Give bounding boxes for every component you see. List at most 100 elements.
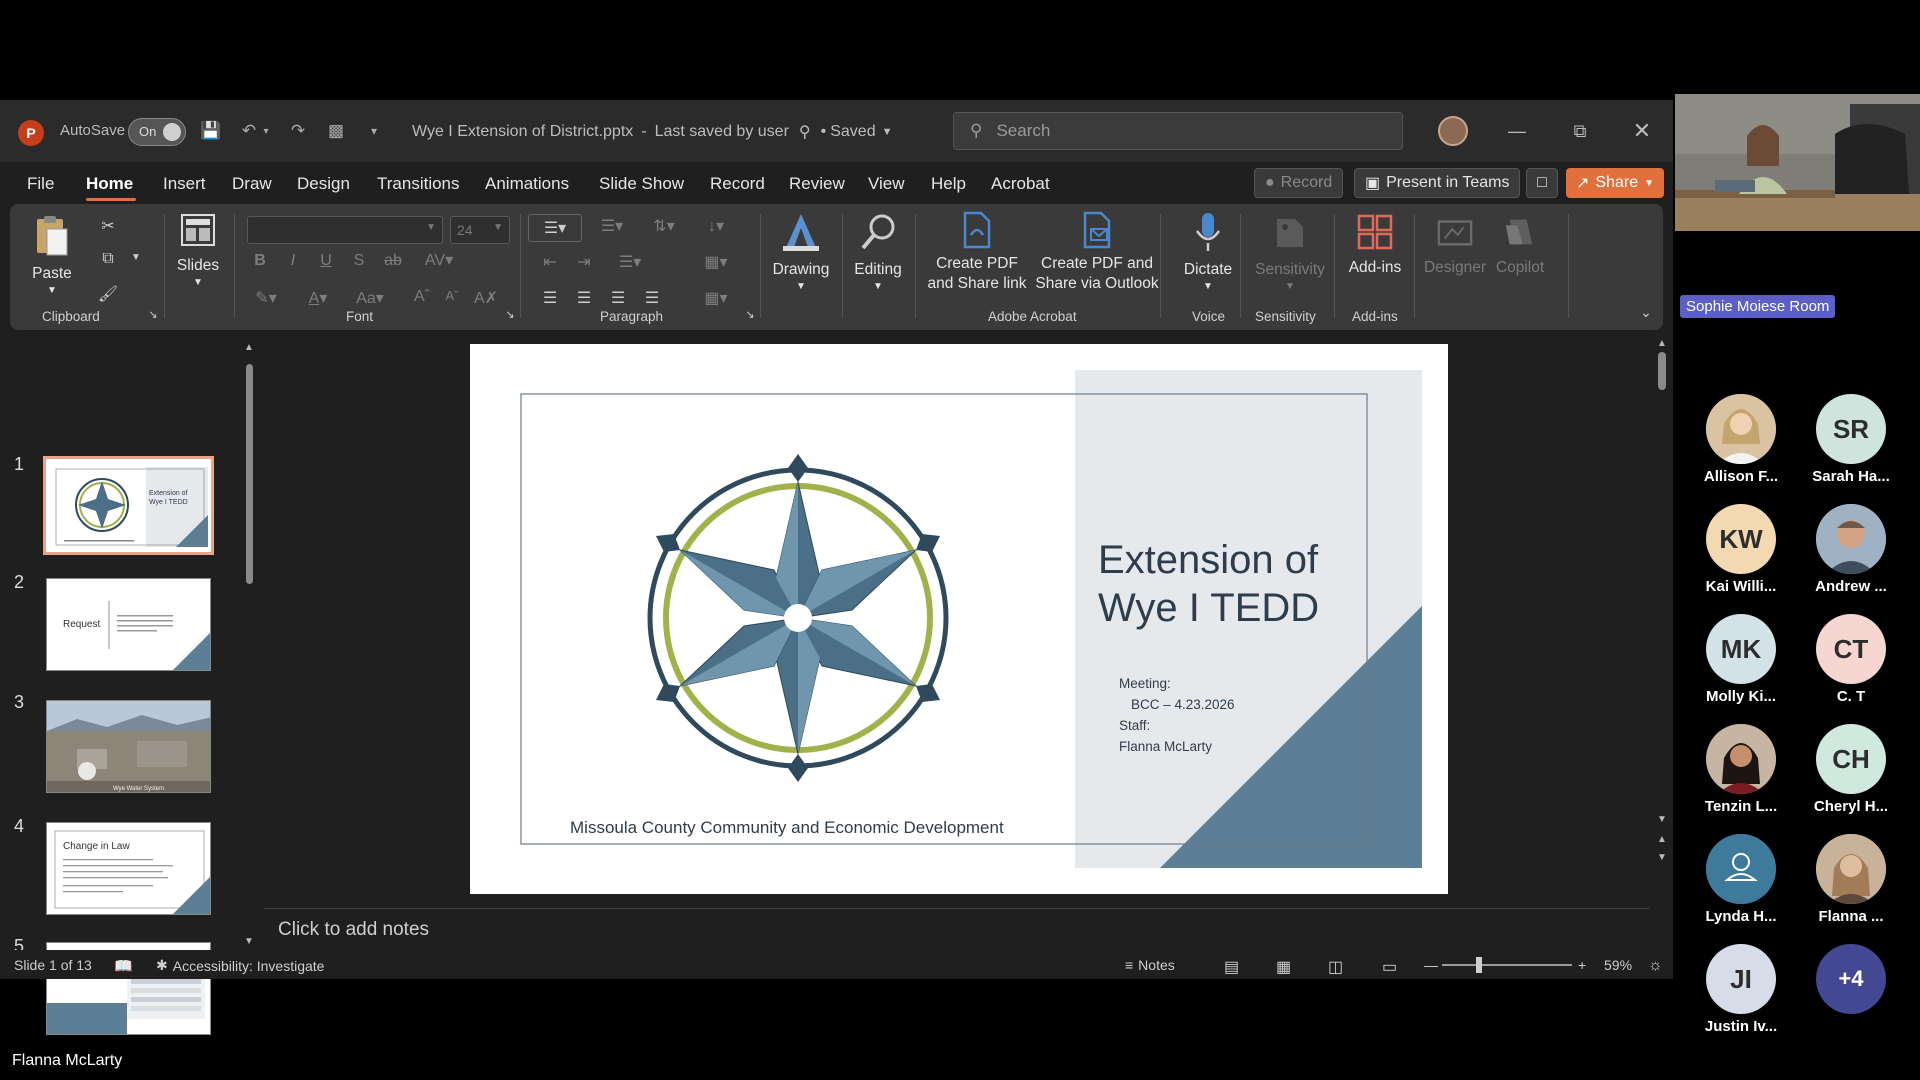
tab-design[interactable]: Design [297, 174, 350, 194]
tab-record[interactable]: Record [710, 174, 765, 194]
smartart-icon[interactable]: ▦▾ [696, 288, 736, 308]
create-pdf-share-link-button[interactable]: Create PDF and Share link [920, 211, 1034, 294]
more-participants-button[interactable]: +4 [1801, 944, 1901, 1014]
decrease-indent-icon[interactable]: ⇤ [538, 252, 562, 272]
designer-button[interactable]: Designer [1420, 212, 1490, 278]
slide-thumbnail-4[interactable]: Change in Law [46, 822, 211, 915]
increase-indent-icon[interactable]: ⇥ [572, 252, 596, 272]
autosave-toggle[interactable]: On [128, 118, 186, 146]
copy-icon[interactable]: ⧉ [96, 250, 120, 268]
slide-title[interactable]: Extension of Wye I TEDD [1098, 536, 1319, 632]
font-color-icon[interactable]: A▾ [300, 288, 336, 308]
sensitivity-button[interactable]: Sensitivity ▼ [1250, 210, 1330, 293]
align-center-icon[interactable]: ☰ [572, 288, 596, 308]
align-left-icon[interactable]: ☰ [538, 288, 562, 308]
tab-transitions[interactable]: Transitions [377, 174, 460, 194]
align-right-icon[interactable]: ☰ [606, 288, 630, 308]
zoom-out-icon[interactable]: — [1424, 957, 1438, 973]
participant-tile[interactable]: Andrew ... [1801, 504, 1901, 595]
collapse-ribbon-icon[interactable]: ⌄ [1634, 304, 1658, 321]
tab-file[interactable]: File [27, 174, 54, 194]
search-box[interactable]: ⚲ Search [953, 112, 1403, 150]
close-icon[interactable]: ✕ [1622, 118, 1662, 144]
decrease-font-icon[interactable]: Aˇ [440, 288, 464, 303]
tab-view[interactable]: View [868, 174, 905, 194]
text-direction-icon[interactable]: ↓▾ [696, 216, 736, 236]
minimize-icon[interactable]: — [1497, 118, 1537, 144]
notes-pane[interactable]: Click to add notes [264, 908, 1649, 950]
editing-button[interactable]: Editing ▼ [845, 210, 911, 293]
tab-review[interactable]: Review [789, 174, 845, 194]
paste-button[interactable]: Paste ▼ [32, 214, 72, 297]
paragraph-dialog-launcher-icon[interactable]: ↘ [738, 308, 762, 321]
scroll-up-icon[interactable]: ▲ [244, 342, 254, 353]
redo-icon[interactable]: ↷ [284, 117, 312, 145]
underline-icon[interactable]: U [314, 252, 338, 270]
accessibility-status[interactable]: ✱ Accessibility: Investigate [156, 957, 324, 974]
slide-scrollbar[interactable]: ▲ ▼ ▲ ▼ [1657, 338, 1667, 878]
restore-icon[interactable]: ⧉ [1560, 118, 1600, 144]
participant-tile[interactable]: Flanna ... [1801, 834, 1901, 925]
justify-icon[interactable]: ☰ [640, 288, 664, 308]
participant-tile[interactable]: KW Kai Willi... [1691, 504, 1791, 595]
scroll-down-icon[interactable]: ▼ [1657, 814, 1667, 825]
copilot-button[interactable]: Copilot [1488, 212, 1552, 278]
undo-dropdown-icon[interactable]: ▾ [258, 117, 274, 145]
present-in-teams-button[interactable]: ▣ Present in Teams [1354, 168, 1521, 198]
participant-tile[interactable]: SR Sarah Ha... [1801, 394, 1901, 485]
slide-canvas[interactable]: Extension of Wye I TEDD Meeting: BCC – 4.… [470, 344, 1448, 894]
tab-help[interactable]: Help [931, 174, 966, 194]
line-spacing-icon[interactable]: ⇅▾ [644, 216, 684, 236]
tab-insert[interactable]: Insert [163, 174, 206, 194]
tab-acrobat[interactable]: Acrobat [991, 174, 1050, 194]
participant-tile[interactable]: Allison F... [1691, 394, 1791, 485]
zoom-in-icon[interactable]: + [1578, 957, 1586, 973]
tab-animations[interactable]: Animations [485, 174, 569, 194]
participant-tile[interactable]: MK Molly Ki... [1691, 614, 1791, 705]
comments-icon[interactable]: □ [1526, 168, 1558, 198]
next-slide-icon[interactable]: ▼ [1657, 852, 1667, 863]
participant-tile[interactable]: JI Justin Iv... [1691, 944, 1791, 1035]
tab-draw[interactable]: Draw [232, 174, 272, 194]
save-icon[interactable]: 💾 [197, 117, 225, 145]
spelling-icon[interactable]: 📖 [114, 957, 133, 975]
clear-formatting-icon[interactable]: A✗ [474, 288, 498, 308]
font-name-box[interactable]: ▼ [247, 216, 443, 244]
bold-icon[interactable]: B [248, 252, 272, 270]
slide-thumbnail-3[interactable]: Wye Water System [46, 700, 211, 793]
font-size-box[interactable]: 24 ▼ [450, 216, 510, 244]
create-pdf-outlook-button[interactable]: Create PDF and Share via Outlook [1030, 211, 1164, 294]
share-button[interactable]: ↗ Share ▼ [1566, 168, 1665, 198]
tab-slide-show[interactable]: Slide Show [599, 174, 684, 194]
format-painter-icon[interactable]: 🖌 [96, 284, 120, 304]
reading-view-icon[interactable]: ◫ [1328, 957, 1343, 977]
scroll-down-icon[interactable]: ▼ [244, 936, 254, 947]
align-text-icon[interactable]: ▦▾ [696, 252, 736, 272]
numbering-icon[interactable]: ☰▾ [592, 216, 632, 236]
new-slide-button[interactable]: Slides ▼ [168, 212, 228, 289]
slide-thumbnail-1[interactable]: Extension of Wye I TEDD [43, 456, 214, 555]
character-spacing-icon[interactable]: AV▾ [419, 250, 459, 270]
slide-show-icon[interactable]: ▭ [1382, 957, 1397, 977]
user-avatar[interactable] [1438, 116, 1468, 146]
strikethrough-icon[interactable]: ab [381, 252, 405, 270]
change-case-icon[interactable]: Aa▾ [350, 288, 390, 308]
record-button[interactable]: ● Record [1254, 168, 1344, 198]
copy-dropdown-icon[interactable]: ▼ [124, 252, 148, 263]
zoom-level[interactable]: 59% [1604, 957, 1632, 973]
fit-to-window-icon[interactable]: ☼ [1648, 957, 1663, 975]
notes-toggle[interactable]: ≡ Notes [1125, 957, 1175, 973]
customize-qat-icon[interactable]: ▾ [360, 117, 388, 145]
slide-thumbnail-2[interactable]: Request [46, 578, 211, 671]
participant-tile[interactable]: Tenzin L... [1691, 724, 1791, 815]
tab-home[interactable]: Home [86, 174, 133, 194]
previous-slide-icon[interactable]: ▲ [1657, 834, 1667, 845]
slide-sorter-icon[interactable]: ▦ [1276, 957, 1291, 977]
document-title[interactable]: Wye I Extension of District.pptx - Last … [412, 122, 892, 142]
italic-icon[interactable]: I [281, 252, 305, 270]
normal-view-icon[interactable]: ▤ [1224, 957, 1239, 977]
dialog-launcher-icon[interactable]: ↘ [141, 308, 165, 321]
font-dialog-launcher-icon[interactable]: ↘ [498, 308, 522, 321]
scroll-up-icon[interactable]: ▲ [1657, 338, 1667, 349]
highlight-icon[interactable]: ✎▾ [248, 288, 284, 308]
